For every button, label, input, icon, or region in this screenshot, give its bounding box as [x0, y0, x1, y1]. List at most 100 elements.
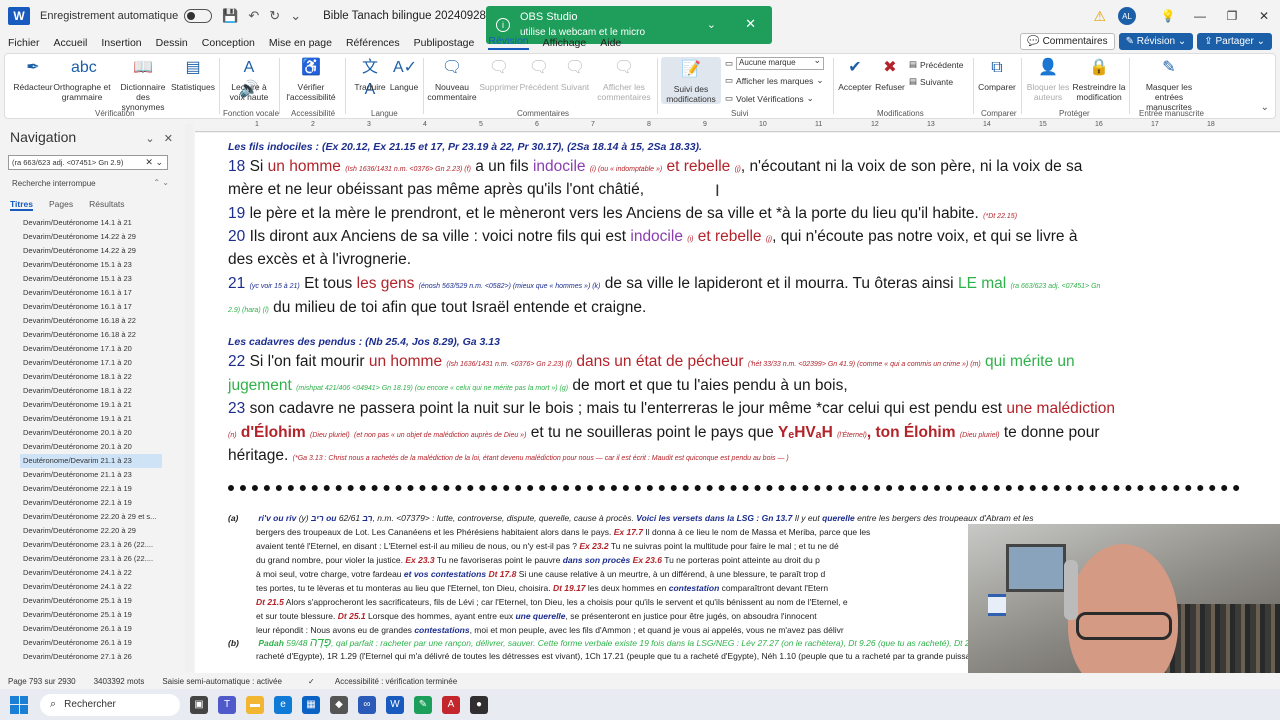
- autosave-toggle[interactable]: [184, 9, 213, 23]
- menu-aide[interactable]: Aide: [600, 37, 621, 49]
- obs-icon[interactable]: ●: [470, 695, 488, 714]
- task-view-icon[interactable]: ▣: [190, 695, 208, 714]
- app-green-icon[interactable]: ✎: [414, 695, 432, 714]
- menu-references[interactable]: Références: [346, 37, 400, 49]
- accept-button[interactable]: ✔ Accepter: [837, 57, 873, 92]
- nav-heading-item[interactable]: Devarim/Deutéronome 25.1 à 19: [20, 594, 162, 608]
- vs-icon[interactable]: ∞: [358, 695, 376, 714]
- horizontal-ruler[interactable]: 1 2 3 4 5 6 7 8 9 10 11 12 13 14 15 16 17 18: [195, 120, 1280, 132]
- nav-heading-item[interactable]: Devarim/Deutéronome 22.1 à 19: [20, 482, 162, 496]
- new-comment-button[interactable]: 🗨 Nouveau commentaire: [427, 57, 477, 102]
- hide-ink-button[interactable]: ✎ Masquer les entrées manuscrites: [1133, 57, 1205, 112]
- page-count[interactable]: Page 793 sur 2930: [8, 677, 76, 686]
- nav-heading-item[interactable]: Devarim/Deutéronome 22.20 à 29: [20, 524, 162, 538]
- tab-resultats[interactable]: Résultats: [89, 199, 124, 211]
- read-aloud-button[interactable]: A🔊 Lecture à voix haute: [225, 57, 273, 102]
- compare-button[interactable]: ⧉ Comparer: [977, 57, 1017, 92]
- next-change-button[interactable]: ▤ Suivante: [909, 76, 953, 87]
- nav-heading-item[interactable]: Deutéronome/Devarim 21.1 à 23: [20, 454, 162, 468]
- statistics-button[interactable]: ▤ Statistiques: [171, 57, 215, 92]
- translate-button[interactable]: 文A Traduire: [351, 57, 389, 98]
- nav-heading-item[interactable]: Devarim/Deutéronome 22.1 à 19: [20, 496, 162, 510]
- markup-dropdown[interactable]: Aucune marque: [736, 55, 825, 70]
- nav-heading-item[interactable]: Devarim/Deutéronome 16.18 à 22: [20, 314, 162, 328]
- nav-heading-item[interactable]: Devarim/Deutéronome 24.1 à 22: [20, 580, 162, 594]
- nav-heading-item[interactable]: Devarim/Deutéronome 18.1 à 22: [20, 384, 162, 398]
- nav-heading-item[interactable]: Devarim/Deutéronome 27.1 à 26: [20, 650, 162, 664]
- restrict-editing-button[interactable]: 🔒 Restreindre la modification: [1071, 57, 1127, 102]
- nav-heading-item[interactable]: Devarim/Deutéronome 22.20 à 29 et s...: [20, 510, 162, 524]
- teams-icon[interactable]: T: [218, 695, 236, 714]
- previous-comment-button[interactable]: 🗨 Précédent: [519, 57, 559, 92]
- windows-start-icon[interactable]: [10, 695, 28, 714]
- edge-icon[interactable]: e: [274, 695, 292, 714]
- menu-mise-en-page[interactable]: Mise en page: [269, 37, 332, 49]
- autocomplete-status[interactable]: Saisie semi-automatique : activée: [162, 677, 282, 686]
- nav-heading-item[interactable]: Devarim/Deutéronome 20.1 à 20: [20, 426, 162, 440]
- nav-heading-item[interactable]: Devarim/Deutéronome 15.1 à 23: [20, 258, 162, 272]
- next-comment-button[interactable]: 🗨 Suivant: [557, 57, 593, 92]
- menu-affichage[interactable]: Affichage: [543, 37, 587, 49]
- chevron-down-icon[interactable]: ⌄: [707, 18, 716, 31]
- nav-heading-item[interactable]: Devarim/Deutéronome 17.1 à 20: [20, 342, 162, 356]
- tab-titres[interactable]: Titres: [10, 199, 33, 211]
- taskbar-search[interactable]: ⌕ Rechercher: [40, 693, 180, 716]
- nav-search-input[interactable]: (ra 663/623 adj. <07451> Gn 2.9) ✕ ⌄: [8, 155, 168, 170]
- menu-accueil[interactable]: Accueil: [54, 37, 88, 49]
- nav-heading-item[interactable]: Devarim/Deutéronome 26.1 à 19: [20, 636, 162, 650]
- tab-pages[interactable]: Pages: [49, 199, 73, 211]
- thesaurus-button[interactable]: 📖 Dictionnaire des synonymes: [115, 57, 171, 112]
- check-accessibility-button[interactable]: ♿ Vérifier l'accessibilité: [283, 57, 339, 102]
- nav-heading-item[interactable]: Devarim/Deutéronome 16.18 à 22: [20, 328, 162, 342]
- share-button[interactable]: ⇪ Partager ⌄: [1197, 33, 1272, 50]
- menu-dessin[interactable]: Dessin: [156, 37, 188, 49]
- nav-heading-item[interactable]: Devarim/Deutéronome 23.1 à 26 (22....: [20, 552, 162, 566]
- minimize-button[interactable]: —: [1184, 9, 1216, 23]
- word-count[interactable]: 3403392 mots: [94, 677, 145, 686]
- redacteur-button[interactable]: ✒ Rédacteur: [13, 57, 53, 92]
- save-icon[interactable]: 💾: [222, 8, 238, 24]
- nav-heading-item[interactable]: Devarim/Deutéronome 25.1 à 19: [20, 608, 162, 622]
- avatar[interactable]: AL: [1118, 7, 1136, 25]
- nav-heading-item[interactable]: Devarim/Deutéronome 20.1 à 20: [20, 440, 162, 454]
- chevron-down-icon[interactable]: ⌄: [145, 133, 154, 145]
- block-authors-button[interactable]: 👤 Bloquer les auteurs: [1025, 57, 1071, 102]
- menu-insertion[interactable]: Insertion: [101, 37, 141, 49]
- nav-heading-item[interactable]: Devarim/Deutéronome 24.1 à 22: [20, 566, 162, 580]
- spelling-button[interactable]: abc Orthographe et grammaire: [53, 57, 111, 102]
- close-icon[interactable]: ✕: [164, 133, 173, 145]
- word-icon[interactable]: W: [386, 695, 404, 714]
- customize-toolbar-icon[interactable]: ⌄: [290, 8, 301, 24]
- accessibility-status[interactable]: ✓ Accessibilité : vérification terminée: [300, 677, 467, 686]
- nav-heading-item[interactable]: Devarim/Deutéronome 19.1 à 21: [20, 412, 162, 426]
- warning-icon[interactable]: ⚠: [1093, 8, 1106, 25]
- nav-heading-item[interactable]: Devarim/Deutéronome 17.1 à 20: [20, 356, 162, 370]
- file-explorer-icon[interactable]: ▬: [246, 695, 264, 714]
- comments-button[interactable]: 💬 Commentaires: [1020, 33, 1115, 50]
- revision-mode-button[interactable]: ✎ Révision ⌄: [1118, 33, 1194, 50]
- nav-heading-item[interactable]: Devarim/Deutéronome 14.22 à 29: [20, 230, 162, 244]
- nav-scrollbar[interactable]: [185, 124, 193, 672]
- menu-conception[interactable]: Conception: [202, 37, 255, 49]
- show-comments-button[interactable]: 🗨 Afficher les commentaires: [595, 57, 653, 102]
- language-button[interactable]: A✓ Langue: [389, 57, 419, 92]
- app-icon[interactable]: ◆: [330, 695, 348, 714]
- nav-heading-item[interactable]: Devarim/Deutéronome 16.1 à 17: [20, 286, 162, 300]
- lightbulb-icon[interactable]: 💡: [1152, 9, 1184, 23]
- close-icon[interactable]: ✕: [745, 16, 756, 32]
- nav-heading-item[interactable]: Devarim/Deutéronome 23.1 à 26 (22....: [20, 538, 162, 552]
- nav-up-down-icon[interactable]: ⌃ ⌄: [153, 178, 169, 187]
- nav-heading-item[interactable]: Devarim/Deutéronome 26.1 à 19: [20, 622, 162, 636]
- nav-heading-item[interactable]: Devarim/Deutéronome 14.1 à 21: [20, 216, 162, 230]
- menu-fichier[interactable]: Fichier: [8, 37, 40, 49]
- menu-revision[interactable]: Révision: [488, 35, 529, 50]
- delete-comment-button[interactable]: 🗨 Supprimer: [479, 57, 519, 92]
- track-changes-button[interactable]: 📝 Suivi des modifications: [661, 57, 721, 104]
- nav-heading-item[interactable]: Devarim/Deutéronome 18.1 à 22: [20, 370, 162, 384]
- nav-heading-item[interactable]: Devarim/Deutéronome 19.1 à 21: [20, 398, 162, 412]
- show-markup-button[interactable]: ▭ Afficher les marques ⌄: [725, 75, 823, 86]
- close-button[interactable]: ✕: [1248, 9, 1280, 23]
- store-icon[interactable]: ▦: [302, 695, 320, 714]
- undo-icon[interactable]: ↶: [248, 8, 259, 24]
- nav-heading-item[interactable]: Devarim/Deutéronome 21.1 à 23: [20, 468, 162, 482]
